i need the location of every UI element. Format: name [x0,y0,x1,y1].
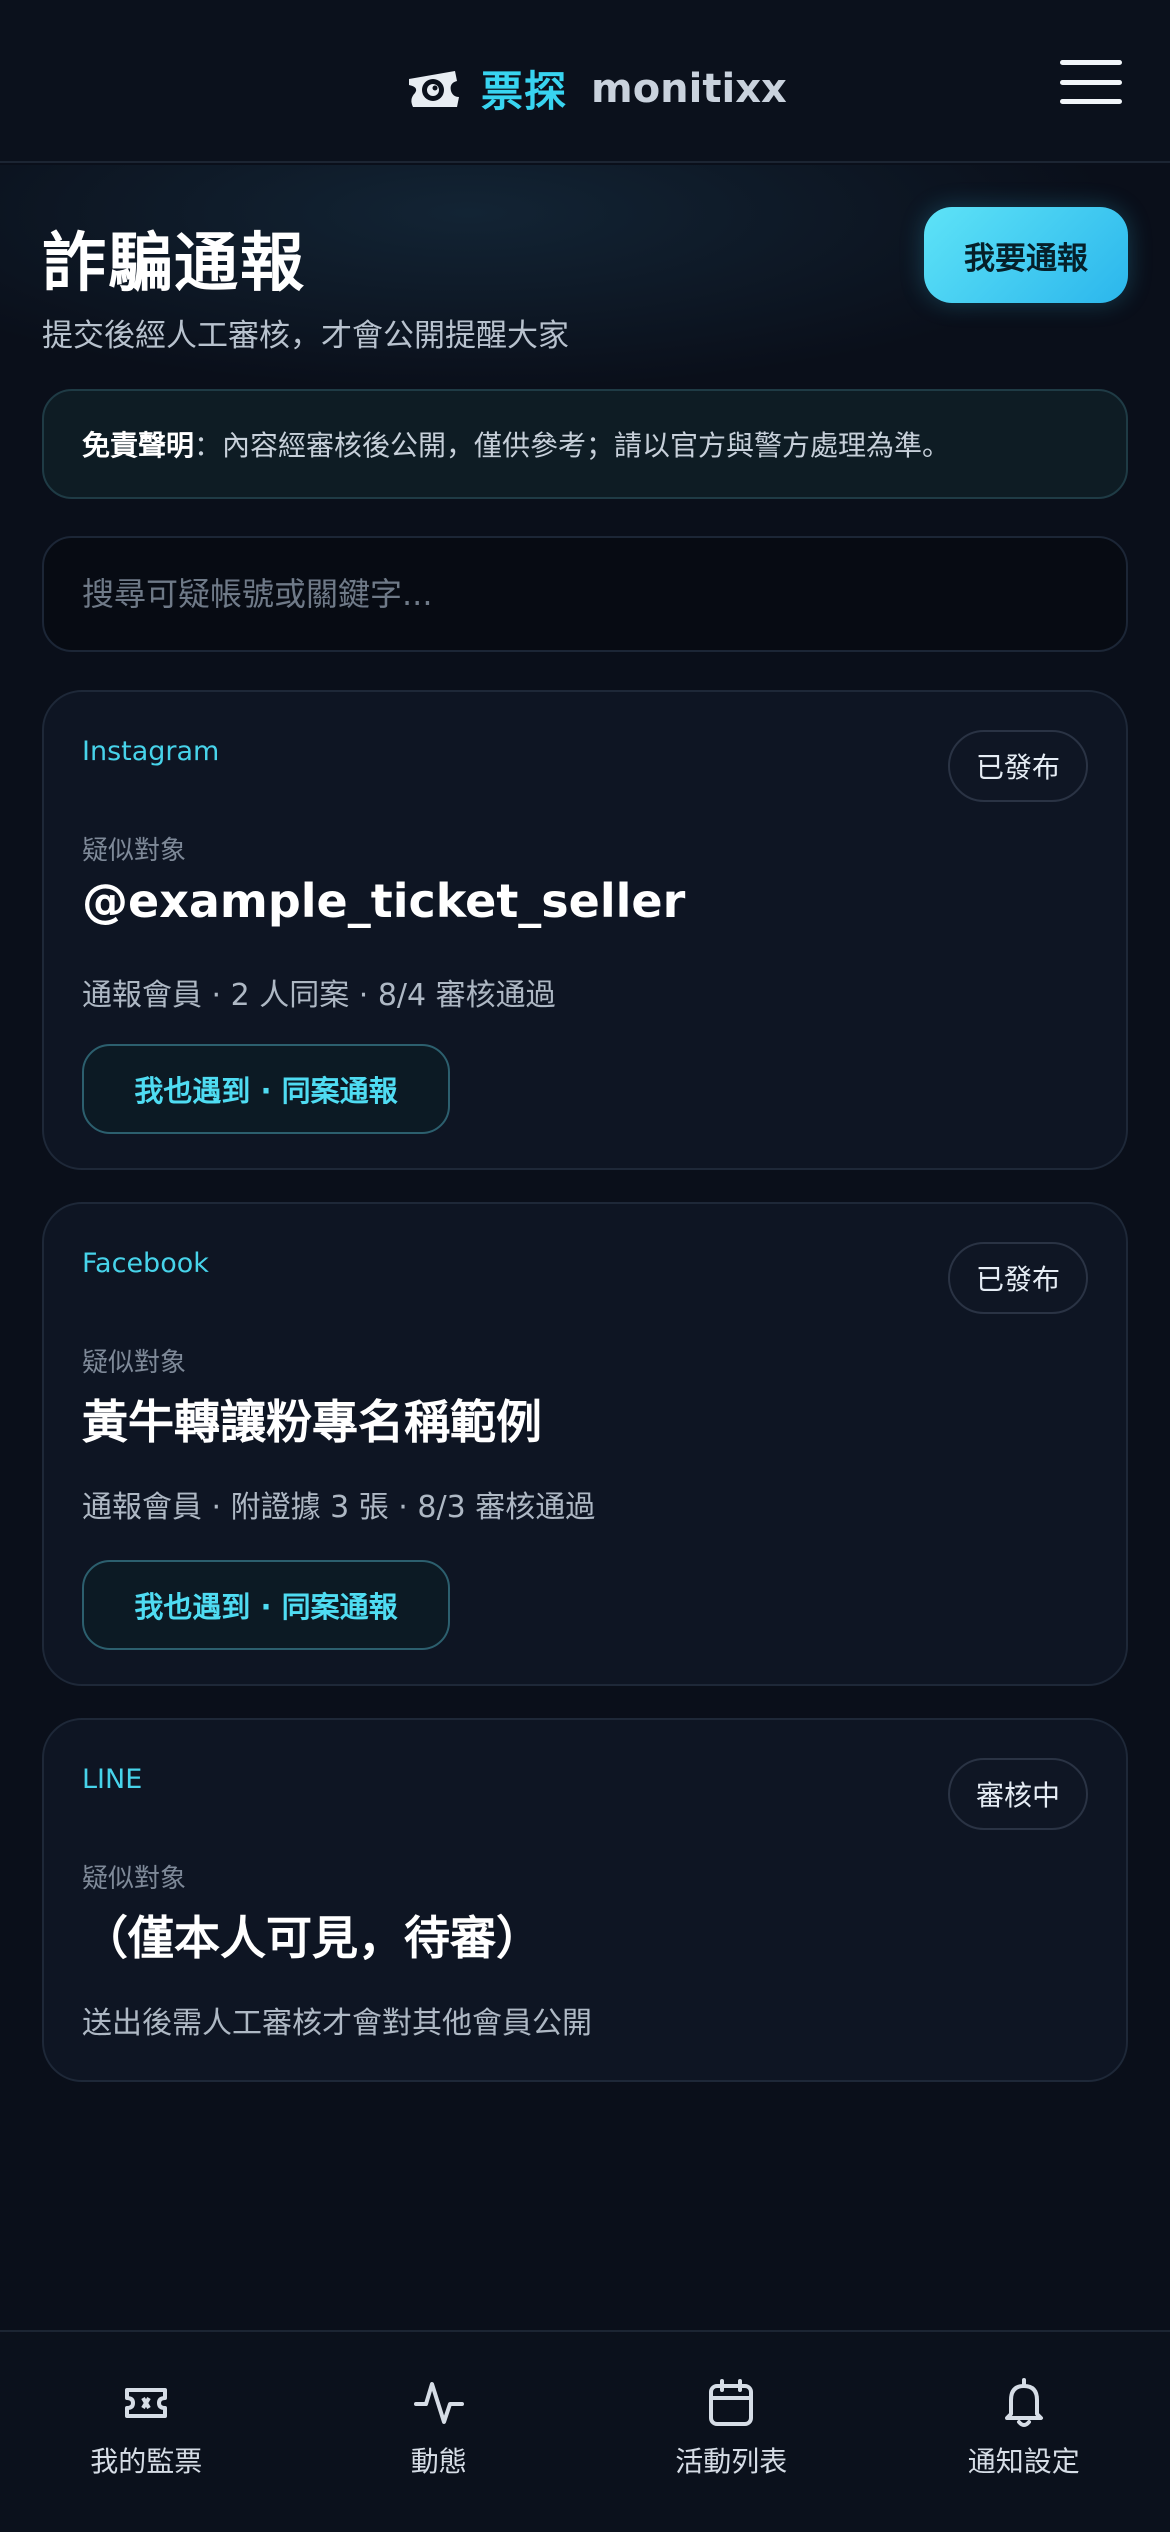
brand-name-cn: 票探 [481,67,568,116]
same-case-report-button[interactable]: 我也遇到 · 同案通報 [82,1560,450,1650]
same-case-report-button[interactable]: 我也遇到 · 同案通報 [82,1044,450,1134]
app-header: 票探 monitixx [0,0,1170,163]
search-box [42,536,1128,652]
target-label: 疑似對象 [82,1864,187,1894]
nav-label: 活動列表 [675,2445,788,2478]
brand[interactable]: 票探 monitixx [405,58,787,119]
target-label: 疑似對象 [82,1348,187,1378]
disclaimer-banner: 免責聲明 ：內容經審核後公開，僅供參考；請以官方與警方處理為準。 [42,389,1128,499]
nav-label: 我的監票 [90,2445,203,2478]
target-name: （僅本人可見，待審） [82,1911,542,1965]
bottom-nav: 我的監票 動態 活動列表 通知設定 [0,2330,1170,2532]
platform-label: Facebook [82,1248,209,1279]
calendar-icon [709,2379,754,2426]
nav-label: 動態 [410,2445,467,2478]
report-meta: 通報會員 · 2 人同案 · 8/4 審核通過 [82,978,556,1013]
page: 票探 monitixx 詐騙通報 提交後經人工審核，才會公開提醒大家 我要通報 … [0,0,1170,2532]
bell-icon [1004,2378,1043,2427]
report-card[interactable]: Facebook 已發布 疑似對象 黃牛轉讓粉專名稱範例 通報會員 · 附證據 … [42,1202,1128,1686]
nav-item-my-tickets[interactable]: 我的監票 [0,2332,293,2532]
target-name: 黃牛轉讓粉專名稱範例 [82,1395,542,1449]
platform-label: Instagram [82,736,220,767]
report-card[interactable]: Instagram 已發布 疑似對象 @example_ticket_selle… [42,690,1128,1170]
report-meta: 通報會員 · 附證據 3 張 · 8/3 審核通過 [82,1490,596,1525]
nav-item-event-list[interactable]: 活動列表 [585,2332,878,2532]
nav-label: 通知設定 [967,2445,1080,2478]
report-button[interactable]: 我要通報 [924,207,1128,303]
search-input[interactable] [82,575,1126,613]
status-badge: 已發布 [947,730,1088,802]
menu-line [1060,79,1122,85]
hamburger-menu-icon[interactable] [1060,60,1122,104]
nav-item-notification-settings[interactable]: 通知設定 [878,2332,1170,2532]
status-badge: 審核中 [947,1758,1088,1830]
target-name: @example_ticket_seller [82,874,686,928]
disclaimer-label: 免責聲明 [82,429,195,462]
disclaimer-text: ：內容經審核後公開，僅供參考；請以官方與警方處理為準。 [194,429,951,462]
brand-name-en: monitixx [591,65,787,112]
target-label: 疑似對象 [82,836,187,866]
logo-eye-icon [409,70,459,107]
menu-line [1060,99,1122,104]
nav-item-activity[interactable]: 動態 [293,2332,586,2532]
activity-icon [413,2382,464,2424]
platform-label: LINE [82,1764,143,1795]
report-card[interactable]: LINE 審核中 疑似對象 （僅本人可見，待審） 送出後需人工審核才會對其他會員… [42,1718,1128,2082]
ticket-icon [125,2388,168,2418]
report-meta: 送出後需人工審核才會對其他會員公開 [82,2006,592,2041]
page-subtitle: 提交後經人工審核，才會公開提醒大家 [42,318,569,354]
page-title: 詐騙通報 [42,227,306,301]
status-badge: 已發布 [947,1242,1088,1314]
menu-line [1060,60,1122,65]
